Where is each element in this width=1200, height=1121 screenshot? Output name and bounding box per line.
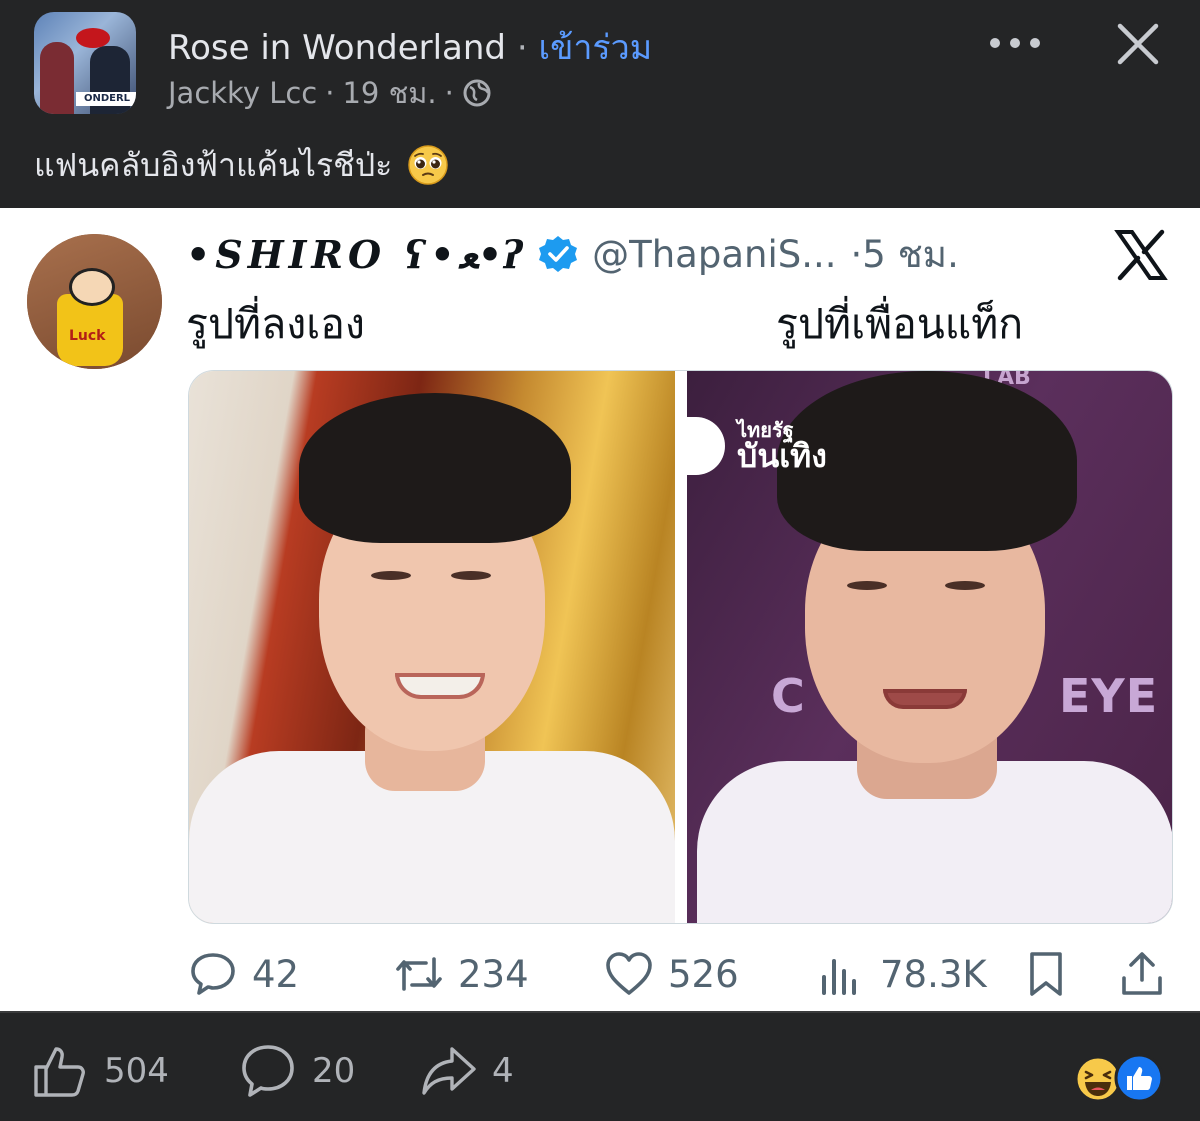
reply-button[interactable]: 42 xyxy=(188,946,299,1002)
tweet-header: •SHIRO ʕ•ﻌ•ʔ @ThapaniS... ·5 ชม. xyxy=(186,226,959,282)
tweet-author-avatar[interactable]: Luck xyxy=(27,234,162,369)
bookmark-icon[interactable] xyxy=(1022,950,1070,998)
reply-icon xyxy=(191,953,235,995)
share-arrow-icon xyxy=(422,1047,476,1095)
avatar-banner-text: ONDERL xyxy=(76,92,136,106)
background-c-text: C xyxy=(771,669,805,723)
views-chart-icon xyxy=(822,959,856,995)
mouth xyxy=(883,689,967,709)
views-button[interactable]: 78.3K xyxy=(816,946,987,1002)
retweet-icon xyxy=(396,957,442,991)
caption-left: รูปที่ลงเอง xyxy=(186,300,365,348)
fb-like-count: 504 xyxy=(104,1051,169,1091)
join-group-link[interactable]: เข้าร่วม xyxy=(538,28,652,68)
avatar-lips-graphic xyxy=(76,28,110,48)
avatar-figure-left xyxy=(40,42,74,114)
tweet-handle[interactable]: @ThapaniS... xyxy=(592,233,836,276)
comment-bubble-icon xyxy=(242,1045,294,1097)
post-time[interactable]: 19 ชม. xyxy=(342,70,436,116)
heart-icon xyxy=(606,952,652,995)
like-count: 526 xyxy=(668,952,739,996)
retweet-count: 234 xyxy=(458,952,529,996)
avatar-bag-text: Luck xyxy=(69,328,106,344)
author-name[interactable]: Jackky Lcc xyxy=(168,76,317,110)
close-icon[interactable] xyxy=(1114,20,1162,68)
views-count: 78.3K xyxy=(880,952,987,996)
thairath-logo-text: ไทยรัฐ บันเทิง xyxy=(737,420,827,472)
smile xyxy=(395,673,485,699)
photo-right[interactable]: LAB C EYE ไทยรัฐ บันเทิง xyxy=(687,371,1172,923)
verified-badge-icon xyxy=(539,236,578,272)
retweet-button[interactable]: 234 xyxy=(394,946,529,1002)
background-eye-text: EYE xyxy=(1059,669,1159,723)
eye-right xyxy=(945,581,985,590)
hair xyxy=(299,393,571,543)
tweet-display-name[interactable]: •SHIRO ʕ•ﻌ•ʔ xyxy=(186,232,528,277)
eye-right xyxy=(451,571,491,580)
tweet-time[interactable]: ·5 ชม. xyxy=(851,225,959,284)
fb-comment-button[interactable]: 20 xyxy=(240,1043,355,1099)
like-reaction-icon xyxy=(1114,1053,1164,1103)
group-name[interactable]: Rose in Wonderland xyxy=(168,28,506,68)
facebook-post-header: ONDERL Rose in Wonderland · เข้าร่วม Jac… xyxy=(0,0,1200,208)
more-options-icon[interactable] xyxy=(990,30,1040,56)
separator-dot: · xyxy=(506,28,539,68)
fb-like-button[interactable]: 504 xyxy=(32,1043,169,1099)
globe-icon xyxy=(463,79,491,107)
photo-left[interactable] xyxy=(189,371,675,923)
embedded-tweet: Luck •SHIRO ʕ•ﻌ•ʔ @ThapaniS... ·5 ชม. รู… xyxy=(0,208,1200,1011)
group-avatar[interactable]: ONDERL xyxy=(34,12,136,114)
eye-left xyxy=(371,571,411,580)
fb-comment-count: 20 xyxy=(312,1051,356,1091)
thairath-logo-mark xyxy=(687,417,725,475)
caption-right: รูปที่เพื่อนแท็ก xyxy=(776,300,1024,348)
post-body: แฟนคลับอิงฟ้าแค้นไรชีป่ะ xyxy=(34,146,393,184)
group-name-line: Rose in Wonderland · เข้าร่วม xyxy=(168,20,652,74)
meta-separator-2: · xyxy=(444,76,454,110)
reply-count: 42 xyxy=(252,952,300,996)
tweet-action-bar: 42 234 526 78.3K xyxy=(188,946,1173,1002)
photo-divider xyxy=(675,371,687,923)
post-meta: Jackky Lcc · 19 ชม. · xyxy=(168,70,492,116)
fb-share-button[interactable]: 4 xyxy=(420,1043,514,1099)
meta-separator: · xyxy=(325,76,335,110)
x-logo-icon[interactable] xyxy=(1114,228,1168,282)
thairath-logo-big: บันเทิง xyxy=(737,437,827,475)
pleading-face-emoji-icon xyxy=(407,145,448,185)
post-text: แฟนคลับอิงฟ้าแค้นไรชีป่ะ xyxy=(34,140,449,191)
thairath-logo: ไทยรัฐ บันเทิง xyxy=(687,417,827,475)
avatar-character-head xyxy=(69,268,115,306)
like-button[interactable]: 526 xyxy=(604,946,739,1002)
fb-share-count: 4 xyxy=(492,1051,514,1091)
share-icon[interactable] xyxy=(1118,950,1166,998)
eye-left xyxy=(847,581,887,590)
facebook-action-bar: 504 20 4 xyxy=(0,1011,1200,1121)
tweet-image-collage[interactable]: LAB C EYE ไทยรัฐ บันเทิง xyxy=(188,370,1173,924)
thumbs-up-icon xyxy=(34,1047,85,1097)
reaction-summary[interactable] xyxy=(1074,1053,1170,1103)
